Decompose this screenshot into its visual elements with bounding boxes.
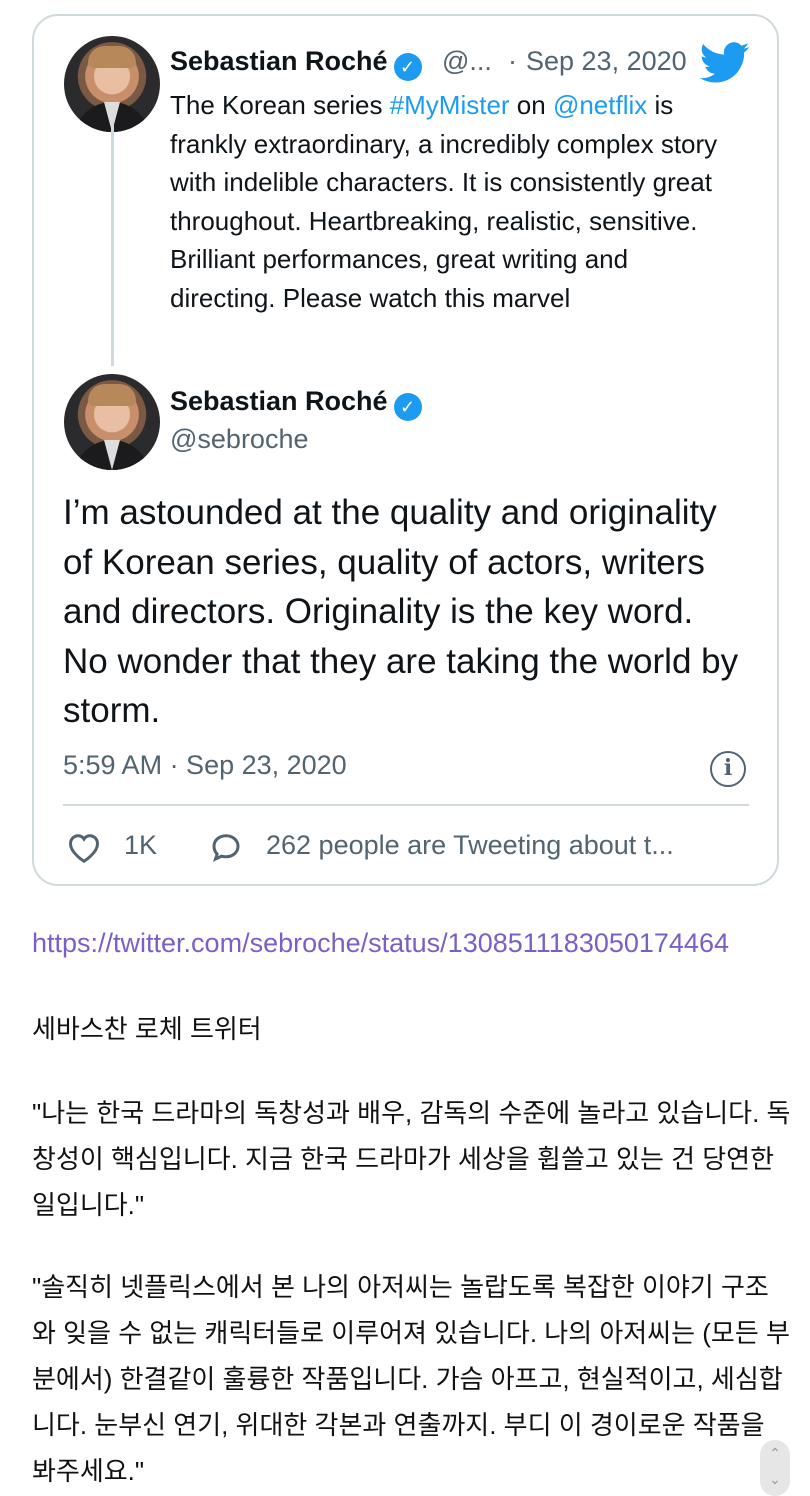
divider [63,804,749,806]
quoted-tweet-date[interactable]: Sep 23, 2020 [526,46,687,77]
main-tweet-text: I’m astounded at the quality and origina… [63,493,739,730]
tweeting-about-link[interactable]: 262 people are Tweeting about t... [266,830,674,861]
embedded-tweet-card[interactable]: Sebastian Roché ✓ @... · Sep 23, 2020 The… [32,14,779,886]
thread-line [111,120,114,366]
mention-link[interactable]: @netflix [553,90,647,120]
scroll-top-button[interactable]: ⌃ ⌄ [760,1440,790,1496]
tweet-url-link[interactable]: https://twitter.com/sebroche/status/1308… [32,920,782,966]
like-count[interactable]: 1K [124,830,157,861]
hashtag-link[interactable]: #MyMister [390,90,510,120]
avatar[interactable] [64,36,160,132]
verified-badge-icon: ✓ [393,393,422,421]
quoted-tweet-text: The Korean series #MyMister on @netflix … [170,86,740,317]
reply-bubble-icon[interactable] [208,830,244,864]
info-icon[interactable]: i [710,751,746,787]
author-name-text: Sebastian Roché [170,46,388,76]
korean-quote-1: "나는 한국 드라마의 독창성과 배우, 감독의 수준에 놀라고 있습니다. 독… [32,1098,791,1220]
korean-quote-2: "솔직히 넷플릭스에서 본 나의 아저씨는 놀랍도록 복잡한 이야기 구조와 잊… [32,1272,790,1486]
caption: 세바스찬 로체 트위터 [32,1014,262,1044]
quoted-author-name[interactable]: Sebastian Roché ✓ [170,46,422,81]
twitter-bird-icon[interactable] [699,42,751,84]
avatar[interactable] [64,374,160,470]
verified-badge-icon: ✓ [393,53,422,81]
quoted-author-handle[interactable]: @... [442,46,492,77]
main-author-name[interactable]: Sebastian Roché ✓ [170,386,422,421]
separator: · [508,46,517,76]
tweet-text-segment: on [509,90,553,120]
tweet-timestamp[interactable]: 5:59 AM · Sep 23, 2020 [63,750,347,781]
heart-icon[interactable] [66,830,102,864]
tweet-text-segment: is frankly extraordinary, a incredibly c… [170,90,718,313]
author-name-text: Sebastian Roché [170,386,388,416]
main-author-handle[interactable]: @sebroche [170,424,308,455]
tweet-text-segment: The Korean series [170,90,390,120]
